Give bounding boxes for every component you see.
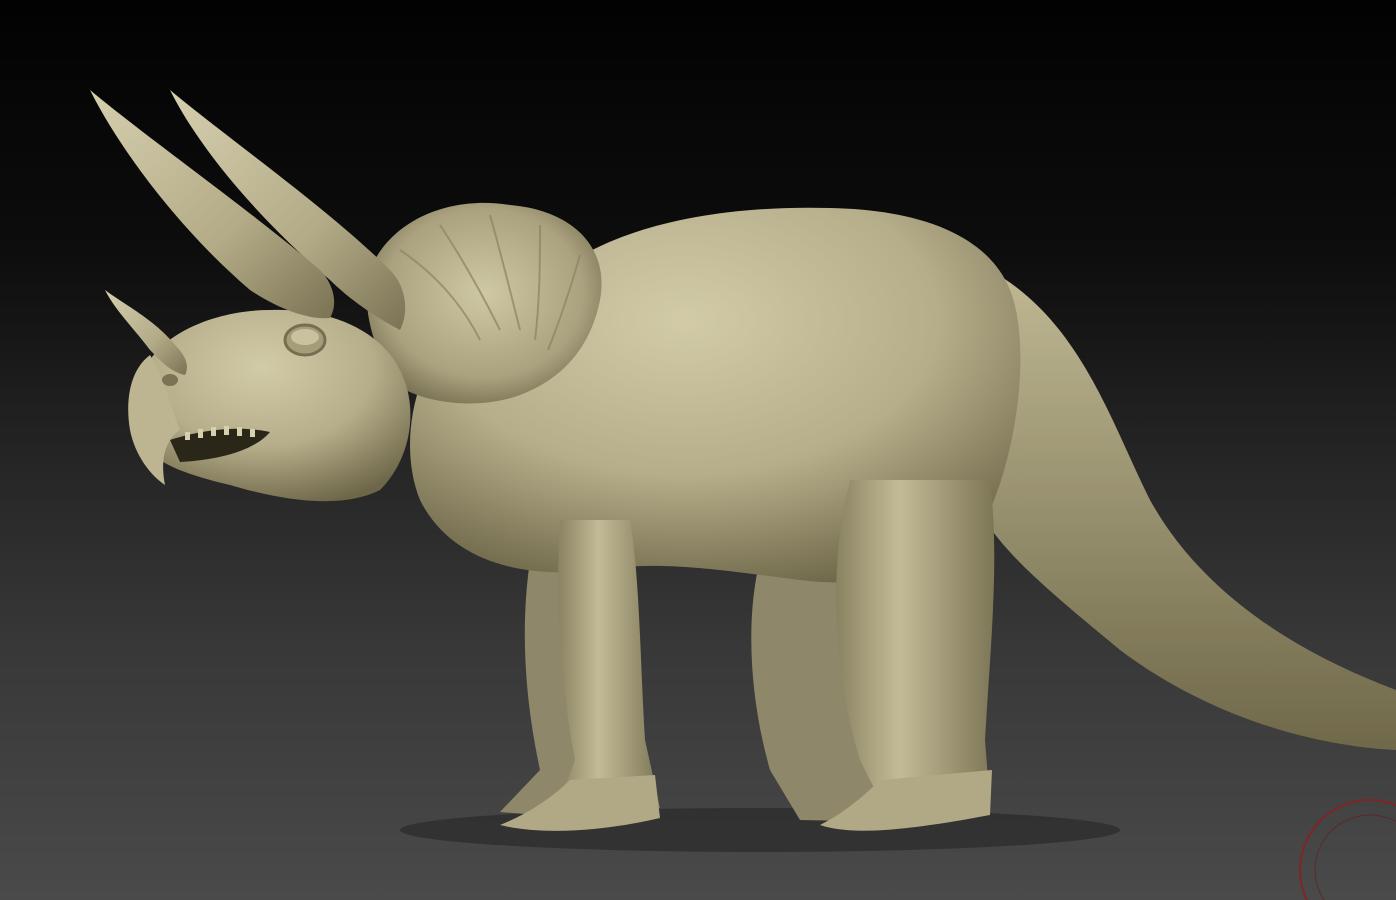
sculpt-viewport[interactable] xyxy=(0,0,1396,900)
sculpt-canvas xyxy=(90,90,1396,900)
